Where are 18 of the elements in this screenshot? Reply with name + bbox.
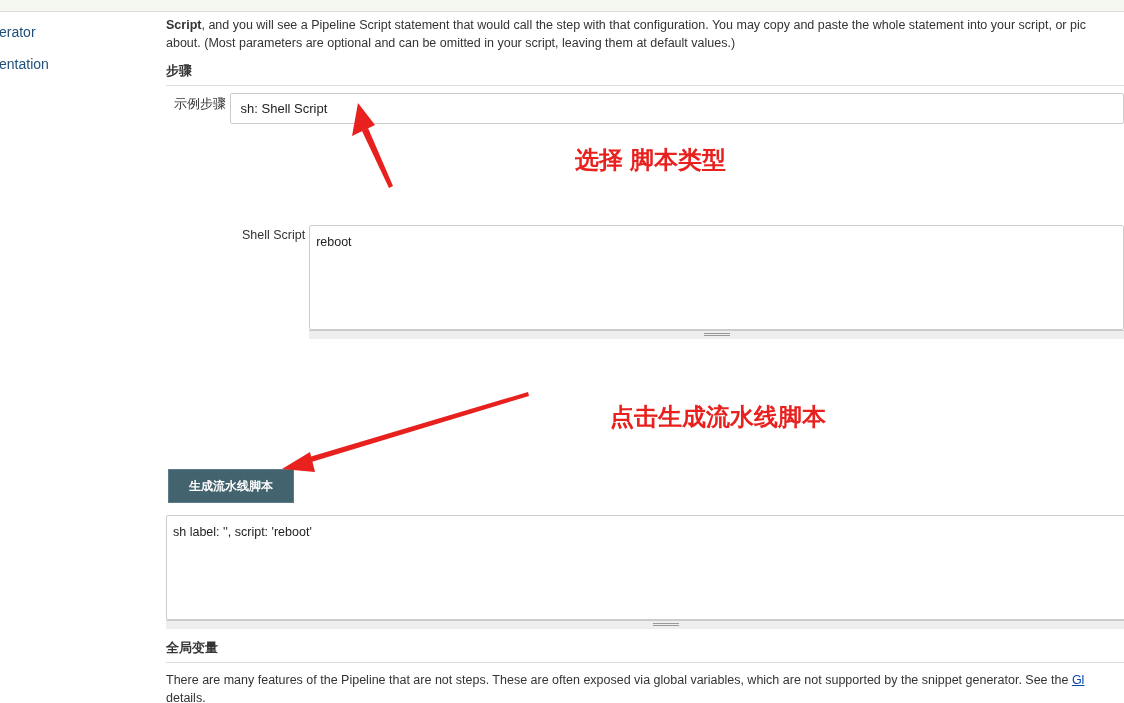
field-label: Shell Script (240, 226, 307, 244)
resize-grip-icon[interactable] (703, 333, 730, 337)
generate-script-button[interactable]: 生成流水线脚本 (168, 468, 294, 503)
section-heading: 步骤 (166, 63, 192, 80)
field-label: 示例步骤 (172, 94, 227, 113)
generated-script-textarea[interactable]: sh label: '', script: 'reboot' (166, 514, 1124, 620)
annotation-text: 选择 脚本类型 (575, 145, 726, 175)
resize-grip-icon[interactable] (653, 623, 679, 627)
globals-link[interactable]: Gl (1071, 672, 1085, 687)
annotation-text: 点击生成流水线脚本 (610, 402, 826, 432)
step-select[interactable]: sh: Shell Script (229, 92, 1124, 124)
shell-script-textarea[interactable]: reboot (309, 224, 1124, 330)
intro-paragraph: Script, and you will see a Pipeline Script statement that would call the step with that configuration. You may copy and paste the whole statement into your script, or pic about. (Most parameters are optional and can be omitted in your script, leaving them at default values.) (166, 17, 1086, 52)
sidebar-link[interactable]: erator (0, 23, 36, 42)
sidebar-link[interactable]: entation (0, 55, 49, 74)
globals-paragraph-end: details. (166, 690, 206, 703)
section-heading: 全局变量 (166, 639, 218, 657)
globals-paragraph: There are many features of the Pipeline that are not steps. These are often exposed via global variables, which are not supported by the snippet generator. See the (166, 672, 1070, 687)
